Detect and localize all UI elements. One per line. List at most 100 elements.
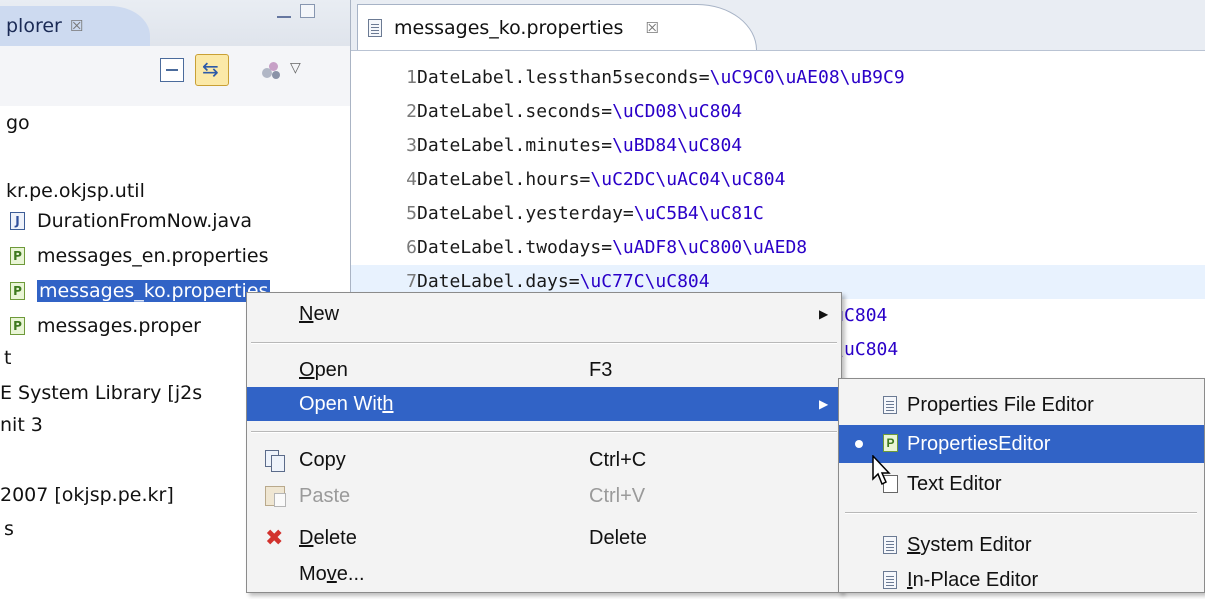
menu-item-open[interactable]: Open F3 [247, 353, 841, 387]
menu-item-label: Delete [299, 526, 357, 549]
property-key: DateLabel.days= [417, 271, 580, 292]
tree-item-file[interactable]: P messages_en.properties [10, 242, 269, 270]
properties-file-icon: P [10, 247, 25, 265]
submenu-arrow-icon: ▶ [819, 307, 829, 321]
tree-item-library[interactable]: E System Library [j2s [0, 382, 202, 404]
property-key: DateLabel.twodays= [417, 237, 613, 258]
property-value: \uADF8\uC800\uAED8 [612, 237, 808, 258]
file-label: messages.proper [37, 315, 201, 337]
collapse-all-icon[interactable] [160, 58, 184, 82]
menu-item-label: Open With [299, 392, 394, 415]
menu-item-delete[interactable]: Delete Delete [247, 521, 841, 555]
tree-item-file[interactable]: P messages.proper [10, 312, 201, 340]
property-value: \uC9C0\uAE08\uB9C9 [709, 67, 905, 88]
menu-item-new[interactable]: New ▶ [247, 297, 841, 331]
tree-item[interactable]: go [6, 112, 30, 134]
link-with-editor-icon[interactable] [195, 54, 229, 86]
property-key: DateLabel.yesterday= [417, 203, 634, 224]
explorer-tab-strip: plorer ☒ [0, 0, 350, 47]
tree-item[interactable]: t [4, 347, 11, 369]
explorer-toolbar: ▽ [0, 46, 350, 106]
property-value: \uC77C\uC804 [579, 271, 710, 292]
menu-item-move[interactable]: Move... [247, 557, 841, 591]
file-label: messages_en.properties [37, 245, 269, 267]
menu-item-label: Paste [299, 484, 351, 507]
close-icon[interactable]: ☒ [70, 17, 83, 35]
copy-icon [265, 450, 285, 472]
menu-separator [251, 342, 837, 344]
maximize-icon[interactable] [300, 4, 315, 18]
document-icon [883, 536, 897, 554]
submenu-item-label: In-Place Editor [907, 568, 1039, 591]
property-value: \uBD84\uC804 [612, 135, 743, 156]
code-line: 1DateLabel.lessthan5seconds=\uC9C0\uAE08… [351, 61, 1205, 95]
line-number: 6 [406, 237, 417, 258]
document-icon [368, 18, 382, 37]
explorer-tab-title: plorer [6, 15, 62, 37]
tree-item[interactable]: 2007 [okjsp.pe.kr] [0, 484, 174, 506]
code-line: 2DateLabel.seconds=\uCD08\uC804 [351, 95, 1205, 129]
minimize-icon[interactable] [277, 10, 291, 18]
tree-item-package[interactable]: kr.pe.okjsp.util [6, 180, 145, 202]
menu-item-label: Copy [299, 448, 346, 471]
document-icon [883, 396, 897, 414]
view-menu-chevron-icon[interactable]: ▽ [290, 60, 301, 76]
menu-item-paste[interactable]: Paste Ctrl+V [247, 479, 841, 513]
editor-tab-title: messages_ko.properties [394, 16, 624, 39]
line-number: 4 [406, 169, 417, 190]
close-icon[interactable]: ☒ [645, 19, 658, 37]
delete-icon [265, 525, 285, 551]
file-label: DurationFromNow.java [37, 210, 253, 232]
submenu-item-properties-file-editor[interactable]: Properties File Editor [839, 386, 1204, 424]
property-key: DateLabel.lessthan5seconds= [417, 67, 710, 88]
document-icon [883, 571, 897, 589]
submenu-item-system-editor[interactable]: System Editor [839, 526, 1204, 564]
property-key: DateLabel.seconds= [417, 101, 613, 122]
property-key: DateLabel.minutes= [417, 135, 613, 156]
code-line: 5DateLabel.yesterday=\uC5B4\uC81C [351, 197, 1205, 231]
explorer-tab[interactable]: plorer ☒ [0, 6, 150, 46]
menu-separator [251, 431, 837, 433]
paste-icon [265, 486, 286, 507]
properties-file-icon: P [10, 317, 25, 335]
menu-item-label: New [299, 302, 340, 325]
menu-item-label: Move... [299, 562, 365, 585]
menu-item-shortcut: Delete [589, 526, 647, 549]
properties-file-icon: P [10, 282, 25, 300]
tree-item-library[interactable]: nit 3 [0, 414, 43, 436]
code-line: 6DateLabel.twodays=\uADF8\uC800\uAED8 [351, 231, 1205, 265]
code-line: 4DateLabel.hours=\uC2DC\uAC04\uC804 [351, 163, 1205, 197]
mouse-pointer-icon [872, 455, 891, 486]
menu-separator [845, 512, 1197, 514]
line-number: 1 [406, 67, 417, 88]
tree-item-file[interactable]: J DurationFromNow.java [10, 207, 252, 235]
tree-item-file-selected[interactable]: P messages_ko.properties [10, 277, 271, 305]
submenu-item-label: PropertiesEditor [907, 432, 1051, 455]
filters-icon[interactable] [262, 62, 282, 80]
menu-item-shortcut: F3 [589, 358, 613, 381]
context-menu: New ▶ Open F3 Open With ▶ Copy Ctrl+C Pa… [246, 292, 842, 593]
code-line: 3DateLabel.minutes=\uBD84\uC804 [351, 129, 1205, 163]
property-value: \uC5B4\uC81C [633, 203, 764, 224]
menu-item-copy[interactable]: Copy Ctrl+C [247, 443, 841, 477]
file-label: messages_ko.properties [37, 280, 271, 302]
editor-tab-strip: messages_ko.properties ☒ [351, 0, 1205, 51]
property-value: \uCD08\uC804 [612, 101, 743, 122]
submenu-item-label: System Editor [907, 533, 1032, 556]
java-file-icon: J [10, 212, 25, 230]
menu-item-shortcut: Ctrl+V [589, 484, 646, 507]
property-value: \uC2DC\uAC04\uC804 [590, 169, 786, 190]
menu-item-label: Open [299, 358, 348, 381]
editor-tab[interactable]: messages_ko.properties ☒ [357, 4, 757, 50]
menu-item-open-with[interactable]: Open With ▶ [247, 387, 841, 421]
property-key: DateLabel.hours= [417, 169, 591, 190]
tree-item[interactable]: s [4, 518, 14, 540]
submenu-item-label: Properties File Editor [907, 393, 1094, 416]
submenu-item-inplace-editor[interactable]: In-Place Editor [839, 561, 1204, 599]
line-number: 2 [406, 101, 417, 122]
submenu-item-label: Text Editor [907, 472, 1002, 495]
submenu-arrow-icon: ▶ [819, 397, 829, 411]
properties-file-icon: P [883, 434, 898, 452]
line-number: 5 [406, 203, 417, 224]
menu-item-shortcut: Ctrl+C [589, 448, 647, 471]
